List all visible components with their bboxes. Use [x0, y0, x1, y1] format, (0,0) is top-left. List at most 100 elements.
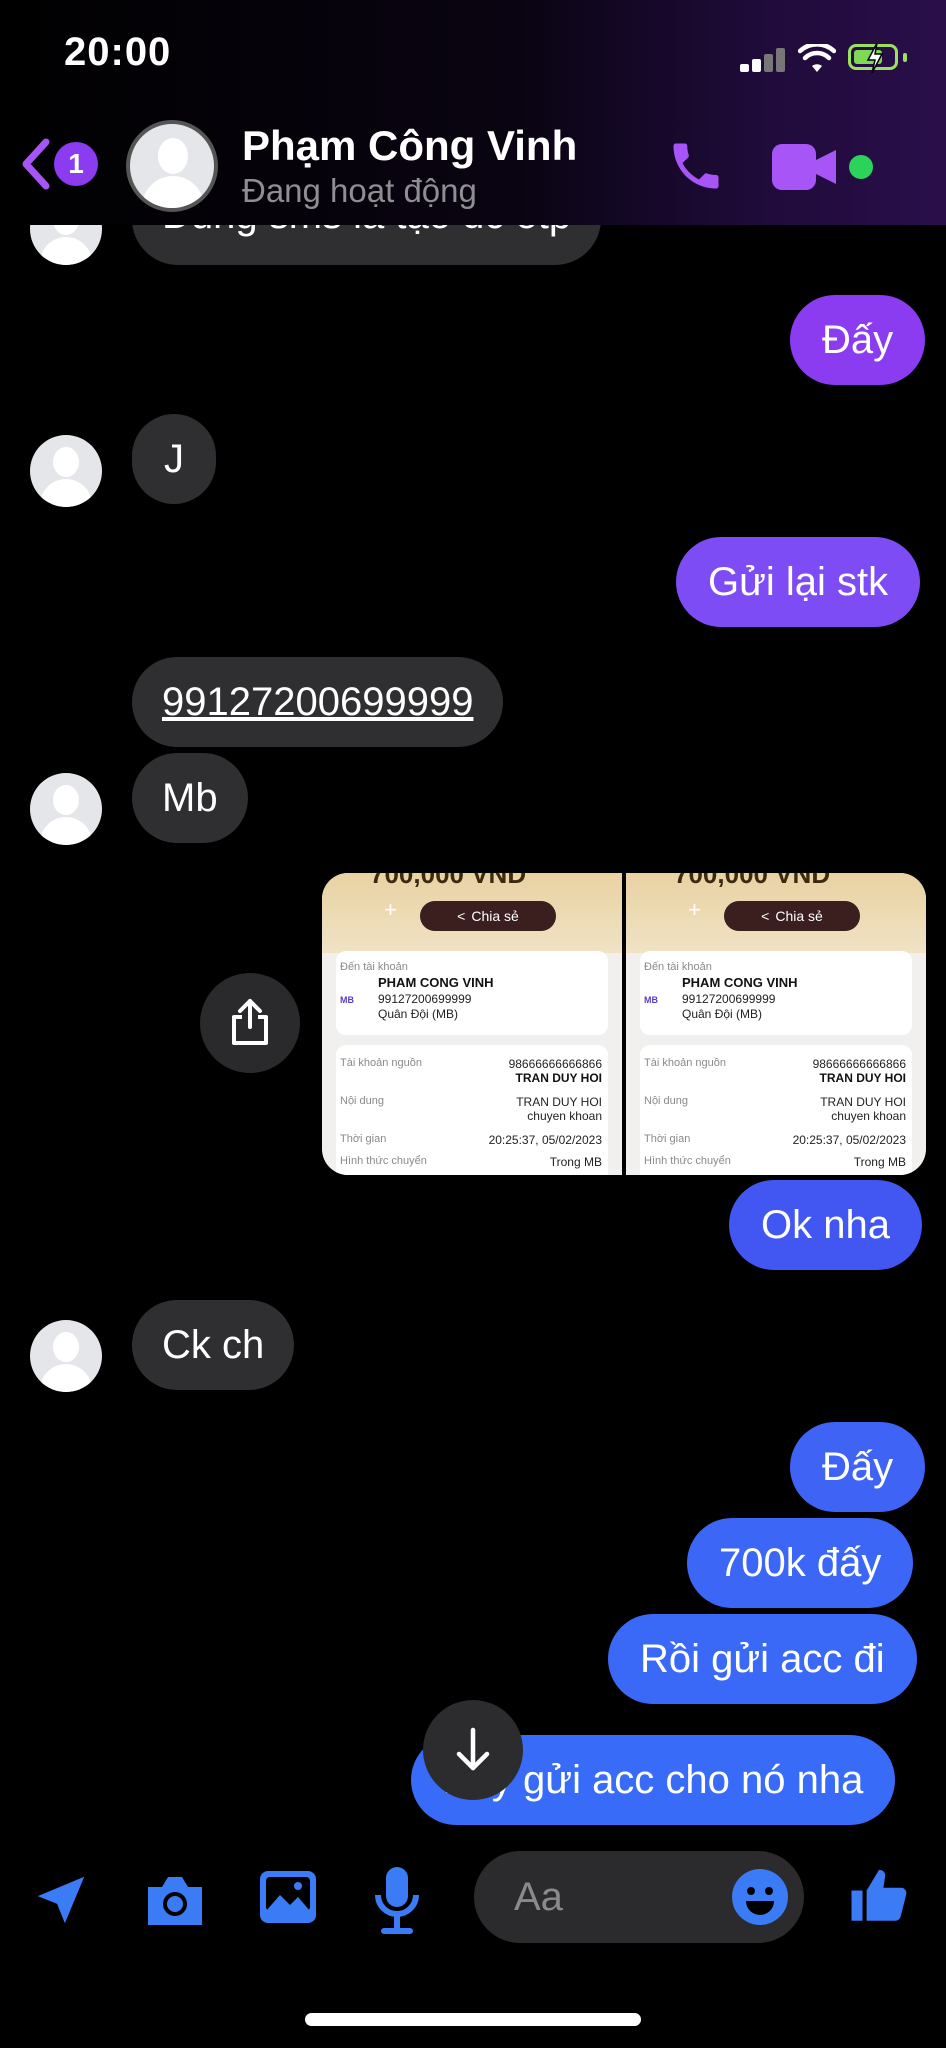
value: 98666666666866	[508, 1057, 602, 1071]
receipt-share-button: < Chia sẻ	[420, 901, 556, 931]
active-status-dot	[849, 155, 873, 179]
thumbs-up-icon[interactable]	[846, 1863, 912, 1929]
wifi-icon	[798, 44, 836, 72]
message-outgoing[interactable]: Ok nha	[729, 1180, 922, 1270]
recipient-account: 99127200699999	[682, 992, 776, 1006]
message-outgoing[interactable]: Đấy	[790, 295, 926, 385]
arrow-down-icon	[456, 1727, 490, 1771]
bank-logo: MB	[644, 995, 658, 1005]
composer-bar: Aa	[0, 1845, 946, 1955]
message-incoming[interactable]: Mb	[132, 753, 248, 843]
back-button[interactable]: 1	[18, 136, 108, 192]
value: 98666666666866	[812, 1057, 906, 1071]
message-text: Rồi gửi acc đi	[640, 1637, 885, 1681]
message-text: Mb	[162, 776, 218, 820]
sender-avatar	[30, 773, 102, 845]
receipt-details-box: Tài khoản nguồn 98666666666866 TRAN DUY …	[336, 1045, 608, 1175]
label: Hình thức chuyển	[644, 1155, 731, 1167]
message-text: 700k đấy	[719, 1541, 882, 1585]
label: Nội dung	[340, 1095, 385, 1107]
share-icon: <	[457, 908, 466, 924]
share-icon: <	[761, 908, 770, 924]
emoji-icon[interactable]	[730, 1867, 790, 1927]
transfer-receipt-image[interactable]: 700,000 VND + < Chia sẻ Đến tài khoản MB …	[626, 873, 926, 1175]
message-text: Ck ch	[162, 1323, 265, 1367]
receipt-amount: 700,000 VND	[370, 873, 527, 889]
recipient-name: PHAM CONG VINH	[378, 975, 494, 990]
receipt-share-button: < Chia sẻ	[724, 901, 860, 931]
share-label: Chia sẻ	[775, 908, 823, 924]
message-text: Gửi lại stk	[708, 560, 889, 604]
label: Nội dung	[644, 1095, 689, 1107]
plus-icon: +	[384, 897, 397, 922]
message-text: J	[164, 437, 184, 481]
contact-status: Đang hoạt động	[242, 172, 477, 209]
value: TRAN DUY HOI	[819, 1071, 906, 1085]
value: 20:25:37, 05/02/2023	[792, 1133, 906, 1147]
signal-icon	[740, 48, 785, 72]
recipient-bank: Quân Đội (MB)	[378, 1007, 459, 1021]
message-text: Dùng sms là tạo dc otp	[162, 225, 571, 235]
contact-avatar[interactable]	[126, 120, 218, 212]
message-incoming[interactable]: J	[132, 414, 216, 504]
message-outgoing[interactable]: 700k đấy	[687, 1518, 914, 1608]
share-label: Chia sẻ	[471, 908, 519, 924]
message-incoming[interactable]: 99127200699999	[132, 657, 504, 747]
message-outgoing[interactable]: Rồi gửi acc đi	[608, 1614, 917, 1704]
bank-logo: MB	[340, 995, 354, 1005]
label: Đến tài khoản	[340, 961, 408, 973]
message-incoming[interactable]: Ck ch	[132, 1300, 295, 1390]
account-number-link[interactable]: 99127200699999	[162, 682, 473, 722]
message-text: Đấy	[822, 1445, 894, 1489]
message-clip: Dùng sms là tạo dc otp	[0, 225, 946, 265]
label: Hình thức chuyển	[340, 1155, 427, 1167]
sender-avatar	[30, 1320, 102, 1392]
battery-icon	[848, 43, 907, 73]
message-outgoing[interactable]: Đấy	[790, 1422, 926, 1512]
receipt-amount: 700,000 VND	[674, 873, 831, 889]
location-arrow-icon[interactable]	[30, 1869, 92, 1931]
scroll-to-bottom-button[interactable]	[423, 1700, 523, 1800]
transfer-receipt-image[interactable]: 700,000 VND + < Chia sẻ Đến tài khoản MB …	[322, 873, 622, 1175]
message-text: Đấy	[822, 318, 894, 362]
microphone-icon[interactable]	[372, 1865, 422, 1935]
value: Trong MB	[549, 1155, 602, 1169]
message-text: Ok nha	[761, 1203, 890, 1247]
share-image-button[interactable]	[200, 973, 300, 1073]
label: Thời gian	[644, 1133, 691, 1145]
sender-avatar	[30, 225, 102, 265]
phone-call-button[interactable]	[666, 136, 726, 196]
sender-avatar	[30, 435, 102, 507]
video-call-button[interactable]	[772, 144, 842, 190]
recipient-bank: Quân Đội (MB)	[682, 1007, 763, 1021]
value: TRAN DUY HOI	[820, 1095, 906, 1109]
label: Thời gian	[340, 1133, 387, 1145]
value: TRAN DUY HOI	[515, 1071, 602, 1085]
label: Tài khoản nguồn	[644, 1057, 726, 1069]
receipt-details-box: Tài khoản nguồn 98666666666866 TRAN DUY …	[640, 1045, 912, 1175]
unread-badge: 1	[54, 142, 98, 186]
message-input-placeholder: Aa	[514, 1875, 563, 1919]
share-icon	[232, 999, 268, 1045]
status-time: 20:00	[64, 30, 172, 74]
camera-icon[interactable]	[142, 1871, 208, 1929]
value: 20:25:37, 05/02/2023	[488, 1133, 602, 1147]
chevron-left-icon	[22, 138, 50, 190]
label: Đến tài khoản	[644, 961, 712, 973]
receipt-recipient-box: Đến tài khoản MB PHAM CONG VINH 99127200…	[640, 951, 912, 1035]
plus-icon: +	[688, 897, 701, 922]
label: Tài khoản nguồn	[340, 1057, 422, 1069]
message-incoming[interactable]: Dùng sms là tạo dc otp	[132, 225, 602, 265]
value: chuyen khoan	[527, 1109, 602, 1123]
home-indicator	[305, 2013, 641, 2026]
message-outgoing[interactable]: Gửi lại stk	[676, 537, 921, 627]
value: Trong MB	[853, 1155, 906, 1169]
value: TRAN DUY HOI	[516, 1095, 602, 1109]
recipient-account: 99127200699999	[378, 992, 472, 1006]
contact-name[interactable]: Phạm Công Vinh	[242, 122, 577, 170]
recipient-name: PHAM CONG VINH	[682, 975, 798, 990]
photo-gallery-icon[interactable]	[258, 1869, 318, 1925]
receipt-recipient-box: Đến tài khoản MB PHAM CONG VINH 99127200…	[336, 951, 608, 1035]
message-input[interactable]: Aa	[474, 1851, 804, 1943]
value: chuyen khoan	[831, 1109, 906, 1123]
